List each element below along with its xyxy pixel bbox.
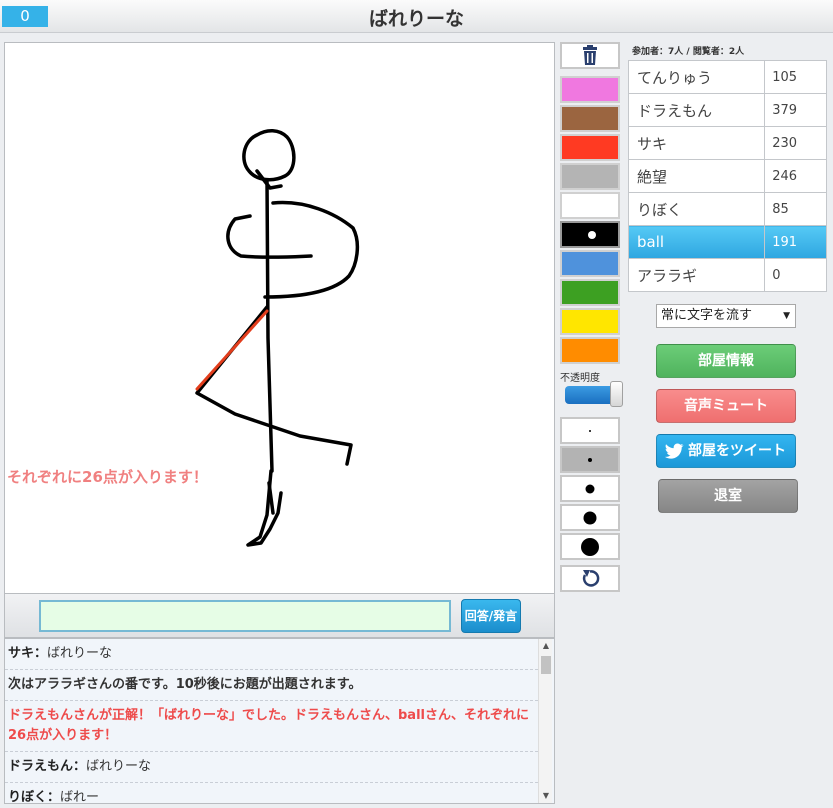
table-row: りぼく 85: [627, 192, 827, 226]
player-score: 230: [764, 126, 827, 160]
answer-bar: 回答/発言: [4, 594, 555, 638]
dot-icon: [585, 484, 595, 493]
player-name: サキ: [627, 126, 766, 160]
chat-message: ドラえもんさんが正解！「ばれりーな」でした。ドラえもんさん、ballさん、それぞ…: [8, 708, 529, 743]
drawing-strokes: [195, 129, 360, 547]
color-swatch-yellow[interactable]: [560, 308, 620, 335]
brush-size-5[interactable]: [560, 533, 620, 560]
scroll-thumb[interactable]: [541, 656, 551, 674]
table-row: サキ 230: [627, 126, 827, 160]
player-score: 85: [764, 192, 827, 226]
chevron-down-icon: ▼: [783, 311, 790, 321]
chat-message: ばれりーな: [86, 759, 152, 774]
scroll-down-icon[interactable]: ▼: [539, 789, 553, 803]
participant-count: 参加者：7人 / 閲覧者：2人: [632, 47, 745, 57]
chat-system-line: 次はアララギさんの番です。10秒後にお題が出題されます。: [5, 670, 538, 701]
color-swatch-white[interactable]: [560, 192, 620, 219]
chat-user-name: ドラえもん：: [8, 759, 87, 774]
score-table: てんりゅう 105 ドラえもん 379 サキ 230 絶望 246 りぼく 85 ball…: [627, 60, 827, 292]
mute-button[interactable]: 音声ミュート: [656, 389, 796, 423]
chat-message: ばれりーな: [47, 646, 113, 661]
clear-canvas-button[interactable]: [560, 42, 620, 69]
player-name: ball: [627, 225, 766, 259]
player-score: 191: [764, 225, 827, 259]
trash-icon: [583, 45, 597, 65]
player-score: 105: [764, 60, 827, 94]
chat-user-name: サキ：: [8, 646, 48, 661]
dot-icon: [588, 457, 592, 462]
page-title: ばれりーな: [368, 8, 464, 30]
chat-log: サキ：ばれりーな 次はアララギさんの番です。10秒後にお題が出題されます。 ドラ…: [4, 638, 555, 804]
brush-size-1[interactable]: [560, 417, 620, 444]
tweet-room-button[interactable]: 部屋をツイート: [656, 434, 796, 468]
color-swatch-brown[interactable]: [560, 105, 620, 132]
drawing-canvas[interactable]: それぞれに26点が入ります！: [4, 42, 555, 594]
player-name: てんりゅう: [627, 60, 766, 94]
player-name: りぼく: [627, 192, 766, 226]
color-swatch-pink[interactable]: [560, 76, 620, 103]
player-score: 0: [764, 258, 827, 292]
table-row: ドラえもん 379: [627, 93, 827, 127]
text-flow-select[interactable]: 常に文字を流す ▼: [656, 304, 796, 328]
brush-size-3[interactable]: [560, 475, 620, 502]
room-info-button[interactable]: 部屋情報: [656, 344, 796, 378]
player-score: 246: [764, 159, 827, 193]
answer-button[interactable]: 回答/発言: [461, 599, 521, 633]
chat-correct-line: ドラえもんさんが正解！「ばれりーな」でした。ドラえもんさん、ballさん、それぞ…: [5, 701, 538, 752]
dot-icon: [589, 429, 591, 432]
table-row: アララギ 0: [627, 258, 827, 292]
chat-line: りぼく：ばれー: [5, 783, 538, 804]
twitter-bird-icon: [664, 443, 684, 459]
chat-message: ばれー: [60, 790, 100, 804]
undo-icon: [582, 570, 600, 587]
opacity-label: 不透明度: [560, 373, 600, 384]
table-row: てんりゅう 105: [627, 60, 827, 94]
color-swatch-gray[interactable]: [560, 163, 620, 190]
player-name: 絶望: [627, 159, 766, 193]
chat-line: サキ：ばれりーな: [5, 639, 538, 670]
score-overlay-message: それぞれに26点が入ります！: [7, 468, 208, 486]
select-value: 常に文字を流す: [661, 308, 753, 323]
chat-user-name: りぼく：: [8, 790, 61, 804]
color-swatch-blue[interactable]: [560, 250, 620, 277]
table-row-active-drawer: ball 191: [627, 225, 827, 259]
selected-indicator: [588, 231, 596, 239]
chat-message: 次はアララギさんの番です。10秒後にお題が出題されます。: [8, 677, 362, 692]
opacity-slider-handle[interactable]: [610, 381, 623, 407]
header: 0 ばれりーな: [0, 0, 833, 33]
color-swatch-orange[interactable]: [560, 337, 620, 364]
player-name: ドラえもん: [627, 93, 766, 127]
answer-input[interactable]: [39, 600, 451, 632]
color-swatch-red[interactable]: [560, 134, 620, 161]
dot-icon: [581, 537, 599, 556]
chat-scrollbar[interactable]: ▲ ▼: [538, 639, 552, 803]
table-row: 絶望 246: [627, 159, 827, 193]
dot-icon: [583, 511, 597, 524]
leave-room-button[interactable]: 退室: [658, 479, 798, 513]
undo-button[interactable]: [560, 565, 620, 592]
player-score: 379: [764, 93, 827, 127]
player-name: アララギ: [627, 258, 766, 292]
color-swatch-black[interactable]: [560, 221, 620, 248]
chat-line: ドラえもん：ばれりーな: [5, 752, 538, 783]
scroll-up-icon[interactable]: ▲: [539, 639, 553, 653]
color-swatch-green[interactable]: [560, 279, 620, 306]
brush-size-2[interactable]: [560, 446, 620, 473]
brush-size-4[interactable]: [560, 504, 620, 531]
